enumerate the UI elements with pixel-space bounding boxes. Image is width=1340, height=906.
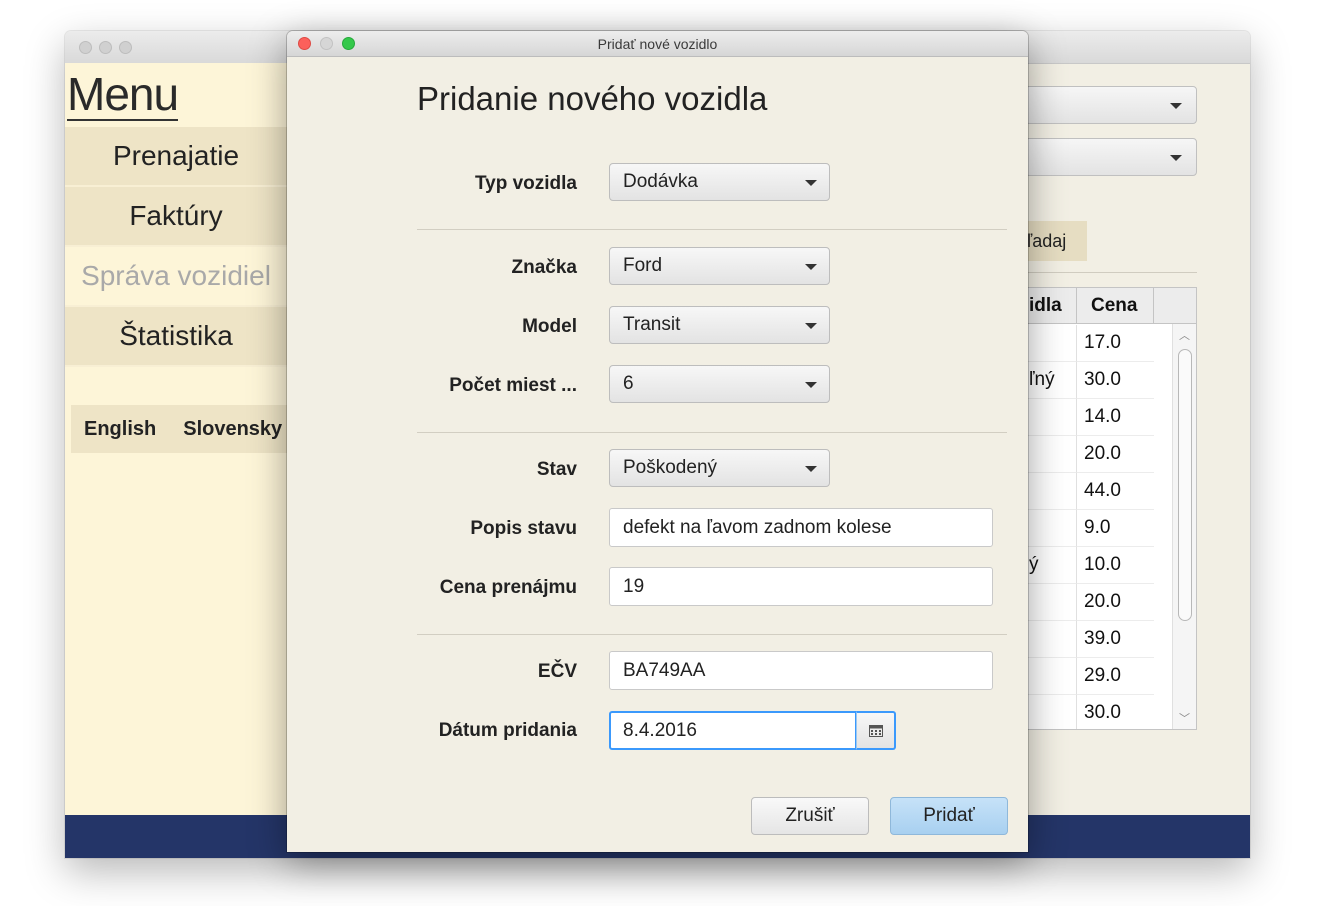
date-picker-button[interactable] [856,711,896,750]
divider [417,229,1007,230]
table-cell-price: 14.0 [1076,399,1154,436]
table-cell-price: 30.0 [1076,695,1154,729]
menu-item-sprava-vozidiel[interactable]: Správa vozidiel [65,247,287,307]
table-cell-vehicle [1026,436,1076,473]
condition-desc-label: Popis stavu [470,518,577,539]
menu-title: Menu [67,68,179,121]
date-added-field[interactable]: 8.4.2016 [609,711,857,750]
plate-label: EČV [537,661,577,682]
brand-value: Ford [623,255,663,276]
table-cell-price: 20.0 [1076,436,1154,473]
condition-label: Stav [536,459,577,480]
table-cell-vehicle [1026,510,1076,547]
language-english-button[interactable]: English [84,418,156,441]
seats-select[interactable]: 6 [609,365,830,403]
add-button[interactable]: Pridať [890,797,1008,835]
dialog-window-title: Pridať nové vozidlo [597,36,718,52]
table-header-filler [1154,288,1196,324]
chevron-down-icon [1170,103,1182,109]
chevron-down-icon [805,466,817,472]
search-button[interactable]: ľadaj [1023,221,1087,261]
condition-desc-field[interactable]: defekt na ľavom zadnom kolese [609,508,993,547]
table-cell-price: 44.0 [1076,473,1154,510]
table-cell-price: 17.0 [1076,325,1154,362]
chevron-up-icon[interactable]: ︿ [1179,327,1190,343]
language-bar: English Slovensky [71,405,287,453]
rental-price-field[interactable]: 19 [609,567,993,606]
menu-item-faktury[interactable]: Faktúry [65,187,287,247]
plate-field[interactable]: BA749AA [609,651,993,690]
divider [417,432,1007,433]
menu-item-statistika[interactable]: Štatistika [65,307,287,367]
table-cell-price: 29.0 [1076,658,1154,695]
table-cell-vehicle [1026,658,1076,695]
seats-value: 6 [623,373,634,394]
chevron-down-icon [805,180,817,186]
cancel-button[interactable]: Zrušiť [751,797,869,835]
chevron-down-icon [805,382,817,388]
table-cell-vehicle [1026,473,1076,510]
calendar-icon [868,724,883,737]
table-cell-price: 30.0 [1076,362,1154,399]
model-label: Model [522,316,577,337]
table-cell-price: 39.0 [1076,621,1154,658]
table-cell-vehicle [1026,399,1076,436]
chevron-down-icon [805,264,817,270]
scrollbar-thumb[interactable] [1178,349,1192,621]
table-cell-vehicle [1026,325,1076,362]
condition-value: Poškodený [623,457,718,478]
table-cell-price: 10.0 [1076,547,1154,584]
close-window-button[interactable] [79,41,92,54]
filter-combo-1[interactable] [1025,86,1197,124]
menu-item-prenajatie[interactable]: Prenajatie [65,127,287,187]
chevron-down-icon[interactable]: ﹀ [1179,710,1190,726]
chevron-down-icon [805,323,817,329]
vehicle-type-select[interactable]: Dodávka [609,163,830,201]
table-scrollbar[interactable]: ︿ ﹀ [1172,324,1196,729]
divider [417,634,1007,635]
table-cell-vehicle [1026,621,1076,658]
table-cell-price: 9.0 [1076,510,1154,547]
table-header-price[interactable]: Cena [1076,288,1154,324]
table-header-vehicle[interactable]: idla [1026,288,1076,324]
seats-label: Počet miest ... [449,375,577,396]
minimize-window-button[interactable] [99,41,112,54]
vehicle-type-value: Dodávka [623,171,698,192]
table-cell-vehicle [1026,584,1076,621]
language-slovak-button[interactable]: Slovensky [183,418,282,441]
table-cell-vehicle: ý [1026,547,1076,584]
divider [1025,272,1197,273]
dialog-heading: Pridanie nového vozidla [417,80,768,117]
date-added-label: Dátum pridania [438,720,577,741]
model-select[interactable]: Transit [609,306,830,344]
zoom-window-button[interactable] [119,41,132,54]
brand-label: Značka [511,257,577,278]
add-vehicle-dialog: Pridať nové vozidlo Pridanie nového vozi… [287,31,1028,852]
filter-combo-2[interactable] [1025,138,1197,176]
table-cell-vehicle [1026,695,1076,729]
rental-price-label: Cena prenájmu [439,577,577,598]
vehicle-type-label: Typ vozidla [474,173,577,194]
table-cell-price: 20.0 [1076,584,1154,621]
model-value: Transit [623,314,681,335]
dialog-titlebar: Pridať nové vozidlo [287,31,1028,57]
sidebar: Menu Prenajatie Faktúry Správa vozidiel … [65,63,287,815]
chevron-down-icon [1170,155,1182,161]
brand-select[interactable]: Ford [609,247,830,285]
condition-select[interactable]: Poškodený [609,449,830,487]
table-cell-vehicle: ľný [1026,362,1076,399]
